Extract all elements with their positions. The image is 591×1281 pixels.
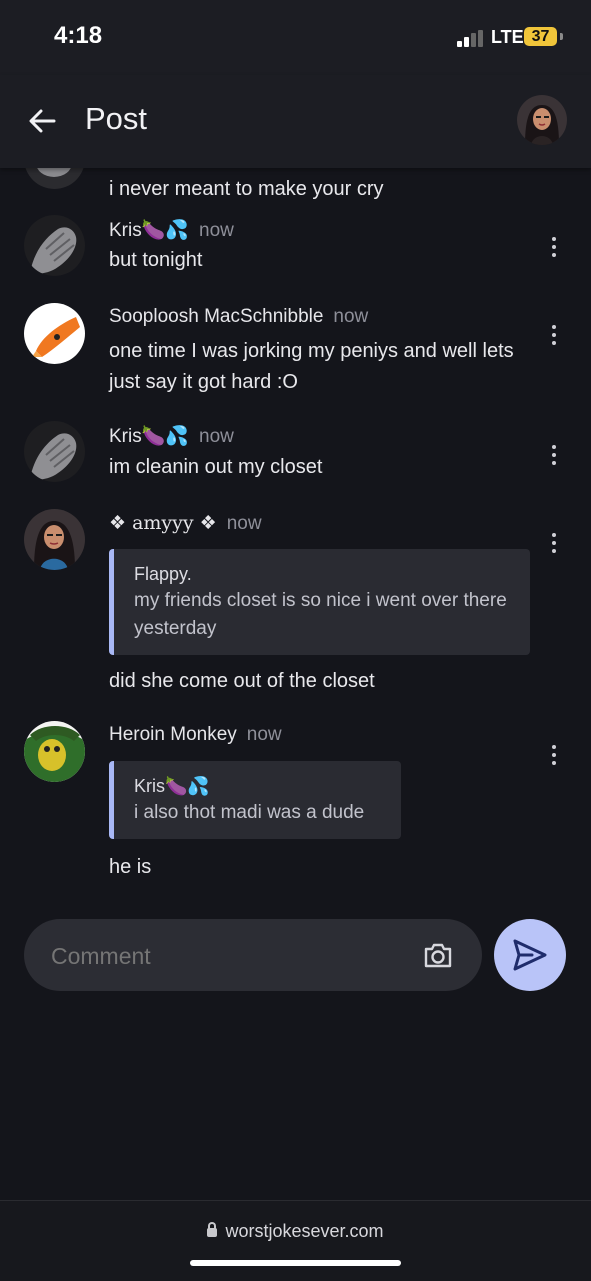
quote-text: i also thot madi was a dude bbox=[134, 802, 365, 823]
back-arrow-icon[interactable] bbox=[26, 105, 58, 137]
avatar[interactable] bbox=[24, 421, 85, 482]
page-title: Post bbox=[85, 101, 148, 136]
comment-header: Heroin Monkey now bbox=[109, 724, 282, 746]
comment-time: now bbox=[333, 306, 369, 327]
comment-header: ❖ amyyy ❖ now bbox=[109, 512, 262, 535]
comment-composer[interactable] bbox=[24, 919, 482, 993]
camera-icon[interactable] bbox=[422, 939, 454, 971]
author-name[interactable]: Kris🍆💦 bbox=[109, 220, 189, 241]
comment-text: he is bbox=[109, 856, 152, 878]
home-indicator[interactable] bbox=[190, 1260, 401, 1266]
more-vert-icon[interactable] bbox=[546, 443, 562, 467]
quote-author: Flappy. bbox=[134, 564, 192, 584]
signal-icon bbox=[457, 30, 485, 47]
user-avatar[interactable] bbox=[517, 95, 567, 145]
comment-text: but tonight bbox=[109, 249, 203, 271]
browser-url-bar: worstjokesever.com bbox=[0, 1200, 591, 1281]
avatar[interactable] bbox=[24, 303, 85, 364]
quote-text: my friends closet is so nice i went over… bbox=[134, 590, 507, 639]
send-button[interactable] bbox=[494, 919, 566, 991]
comment-feed[interactable]: i never meant to make your cry Kris🍆💦 now… bbox=[0, 168, 591, 905]
more-vert-icon[interactable] bbox=[546, 743, 562, 767]
comment-header: Sooploosh MacSchnibble now bbox=[109, 306, 368, 328]
comment-time: now bbox=[199, 426, 234, 447]
status-bar: 4:18 LTE 37 bbox=[0, 0, 591, 75]
avatar[interactable] bbox=[24, 168, 85, 189]
more-vert-icon[interactable] bbox=[546, 235, 562, 259]
app-bar: Post bbox=[0, 75, 591, 168]
comment-time: now bbox=[246, 724, 282, 745]
battery-icon: 37 bbox=[524, 27, 557, 46]
comment-time: now bbox=[199, 220, 234, 241]
comment-text: one time I was jorking my peniys and wel… bbox=[109, 340, 514, 393]
network-label: LTE bbox=[491, 27, 524, 47]
send-icon bbox=[513, 939, 547, 971]
comment-header: Kris🍆💦 now bbox=[109, 218, 234, 242]
author-name[interactable]: Kris🍆💦 bbox=[109, 426, 189, 447]
comment-text: did she come out of the closet bbox=[109, 670, 375, 692]
more-vert-icon[interactable] bbox=[546, 323, 562, 347]
status-time: 4:18 bbox=[54, 22, 103, 49]
url-display[interactable]: worstjokesever.com bbox=[0, 1221, 591, 1242]
comment-text: i never meant to make your cry bbox=[109, 178, 384, 200]
comment-time: now bbox=[226, 513, 262, 534]
lock-icon bbox=[207, 1222, 218, 1237]
author-name[interactable]: Heroin Monkey bbox=[109, 724, 237, 745]
comment-text: im cleanin out my closet bbox=[109, 456, 323, 478]
battery-tip bbox=[560, 33, 563, 40]
avatar[interactable] bbox=[24, 721, 85, 782]
quote-author: Kris🍆💦 bbox=[134, 776, 210, 796]
url-text: worstjokesever.com bbox=[225, 1221, 384, 1241]
comment-header: Kris🍆💦 now bbox=[109, 424, 234, 448]
author-name[interactable]: Sooploosh MacSchnibble bbox=[109, 306, 323, 327]
author-name[interactable]: ❖ amyyy ❖ bbox=[109, 512, 217, 534]
avatar[interactable] bbox=[24, 215, 85, 276]
quoted-reply[interactable]: Kris🍆💦 i also thot madi was a dude bbox=[109, 761, 401, 839]
avatar[interactable] bbox=[24, 509, 85, 570]
more-vert-icon[interactable] bbox=[546, 531, 562, 555]
comment-input[interactable] bbox=[49, 919, 413, 993]
quoted-reply[interactable]: Flappy. my friends closet is so nice i w… bbox=[109, 549, 530, 655]
